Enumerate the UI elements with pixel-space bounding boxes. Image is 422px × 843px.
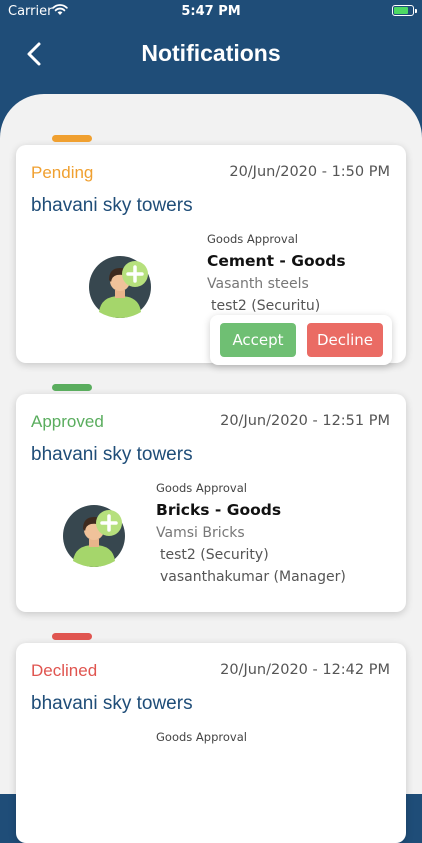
- decline-button[interactable]: Decline: [307, 323, 383, 357]
- person-line: vasanthakumar (Manager): [160, 569, 346, 585]
- site-name: bhavani sky towers: [31, 693, 193, 714]
- supplier-name: Vasanth steels: [207, 276, 309, 292]
- site-name: bhavani sky towers: [31, 444, 193, 465]
- status-label: Pending: [31, 163, 94, 182]
- user-add-avatar-icon: [63, 505, 125, 567]
- accept-button[interactable]: Accept: [220, 323, 296, 357]
- notification-details: Goods Approval Cement - Goods Vasanth st…: [207, 232, 346, 320]
- notification-card[interactable]: Pending 20/Jun/2020 - 1:50 PM bhavani sk…: [16, 135, 406, 365]
- timestamp: 20/Jun/2020 - 12:51 PM: [220, 413, 390, 429]
- supplier-name: Vamsi Bricks: [156, 525, 245, 541]
- action-box: Accept Decline: [210, 315, 392, 365]
- status-label: Approved: [31, 412, 104, 431]
- user-add-avatar-icon: [89, 256, 151, 318]
- approval-type: Goods Approval: [156, 481, 247, 495]
- page-title: Notifications: [141, 40, 281, 66]
- notification-details: Goods Approval: [156, 730, 247, 750]
- person-line: test2 (Securitu): [211, 298, 321, 314]
- status-indicator: [52, 384, 92, 391]
- notifications-list[interactable]: Pending 20/Jun/2020 - 1:50 PM bhavani sk…: [0, 94, 422, 843]
- notification-card[interactable]: Approved 20/Jun/2020 - 12:51 PM bhavani …: [16, 384, 406, 612]
- battery-icon: [392, 5, 417, 16]
- site-name: bhavani sky towers: [31, 195, 193, 216]
- timestamp: 20/Jun/2020 - 12:42 PM: [220, 662, 390, 678]
- notification-details: Goods Approval Bricks - Goods Vamsi Bric…: [156, 481, 346, 591]
- notification-card[interactable]: Declined 20/Jun/2020 - 12:42 PM bhavani …: [16, 633, 406, 843]
- approval-type: Goods Approval: [207, 232, 298, 246]
- timestamp: 20/Jun/2020 - 1:50 PM: [229, 164, 390, 180]
- item-name: Cement - Goods: [207, 252, 346, 270]
- status-indicator: [52, 633, 92, 640]
- approval-type: Goods Approval: [156, 730, 247, 744]
- item-name: Bricks - Goods: [156, 501, 282, 519]
- person-line: test2 (Security): [160, 547, 269, 563]
- status-label: Declined: [31, 661, 98, 680]
- status-indicator: [52, 135, 92, 142]
- clock: 5:47 PM: [181, 4, 241, 19]
- status-bar: Carrier 5:47 PM: [0, 0, 422, 24]
